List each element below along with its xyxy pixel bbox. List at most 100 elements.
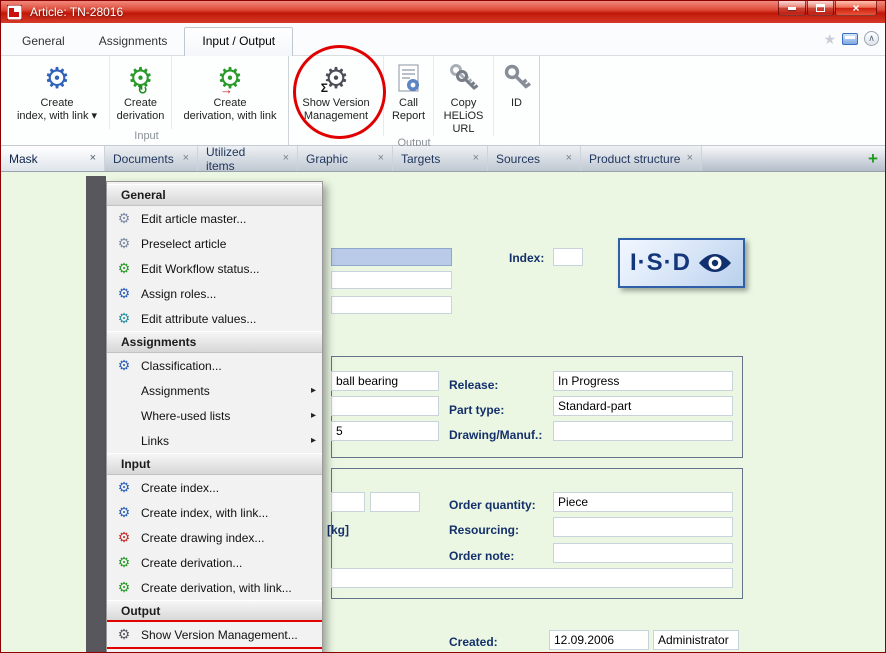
drawing-manuf-label: Drawing/Manuf.: xyxy=(449,428,542,442)
created-label: Created: xyxy=(449,635,498,649)
close-tab-icon[interactable]: × xyxy=(283,153,289,164)
ribbon: ⚙ Create index, with link ▾ ⚙↻ Create de… xyxy=(1,56,885,146)
order-quantity-label: Order quantity: xyxy=(449,498,536,512)
left-field-row3[interactable]: 5 xyxy=(331,421,439,441)
doc-tab-mask[interactable]: Mask × xyxy=(1,146,105,171)
created-date-field[interactable]: 12.09.2006 xyxy=(549,630,649,650)
designation-field[interactable]: ball bearing xyxy=(331,371,439,391)
quantity-small-field-1[interactable] xyxy=(331,492,365,512)
part-type-label: Part type: xyxy=(449,403,504,417)
add-tab-button[interactable]: + xyxy=(861,146,885,171)
collapse-ribbon-button[interactable]: ∧ xyxy=(864,31,879,46)
menu-item-create-index[interactable]: ⚙ Create index... xyxy=(107,475,322,500)
ribbon-tab-row: General Assignments Input / Output ★ ∧ xyxy=(1,23,885,56)
menu-item-preselect-article[interactable]: ⚙ Preselect article xyxy=(107,231,322,256)
menu-item-assign-roles[interactable]: ⚙ Assign roles... xyxy=(107,281,322,306)
ribbon-group-input: ⚙ Create index, with link ▾ ⚙↻ Create de… xyxy=(5,56,289,145)
menu-item-edit-workflow-status[interactable]: ⚙ Edit Workflow status... xyxy=(107,256,322,281)
menu-item-where-used-lists[interactable]: Where-used lists ▸ xyxy=(107,403,322,428)
titlebar: Article: TN-28016 × xyxy=(1,1,885,23)
close-tab-icon[interactable]: × xyxy=(473,153,479,164)
gear-icon: ⚙ xyxy=(115,261,133,276)
article-number-field[interactable] xyxy=(331,248,452,266)
menu-item-create-drawing-index[interactable]: ⚙ Create drawing index... xyxy=(107,525,322,550)
quantity-small-field-2[interactable] xyxy=(370,492,420,512)
gear-icon: ⚙ xyxy=(115,580,133,595)
gear-icon: ⚙ xyxy=(115,627,133,642)
close-tab-icon[interactable]: × xyxy=(687,153,693,164)
doc-tab-sources[interactable]: Sources × xyxy=(488,146,581,171)
menu-item-edit-article-master[interactable]: ⚙ Edit article master... xyxy=(107,206,322,231)
create-derivation-with-link-button[interactable]: ⚙→ Create derivation, with link xyxy=(172,56,288,129)
doc-tab-documents[interactable]: Documents × xyxy=(105,146,198,171)
close-tab-icon[interactable]: × xyxy=(378,153,384,164)
show-version-management-button[interactable]: ⚙Σ Show Version Management xyxy=(289,56,384,136)
id-button[interactable]: ID xyxy=(494,56,539,136)
maximize-button[interactable] xyxy=(807,1,834,16)
gear-icon: ⚙ xyxy=(115,555,133,570)
menu-item-classification[interactable]: ⚙ Classification... xyxy=(107,353,322,378)
menu-item-links[interactable]: Links ▸ xyxy=(107,428,322,453)
drawing-manuf-field[interactable] xyxy=(553,421,733,441)
gear-icon: ⚙ xyxy=(115,505,133,520)
note-wide-field[interactable] xyxy=(331,568,733,588)
sigma-overlay-icon: Σ xyxy=(320,81,329,95)
tab-assignments[interactable]: Assignments xyxy=(82,28,185,55)
gear-icon: ⚙ xyxy=(115,211,133,226)
close-tab-icon[interactable]: × xyxy=(90,153,96,164)
report-icon xyxy=(397,61,421,97)
isd-logo: I·S·D xyxy=(618,238,745,288)
close-tab-icon[interactable]: × xyxy=(566,153,572,164)
gear-icon: ⚙ xyxy=(115,358,133,373)
tab-input-output[interactable]: Input / Output xyxy=(184,27,293,56)
close-button[interactable]: × xyxy=(835,1,877,16)
article-field-3[interactable] xyxy=(331,296,452,314)
order-note-field[interactable] xyxy=(553,543,733,563)
create-derivation-button[interactable]: ⚙↻ Create derivation xyxy=(110,56,172,129)
menu-item-create-derivation-with-link[interactable]: ⚙ Create derivation, with link... xyxy=(107,575,322,600)
left-field-row2[interactable] xyxy=(331,396,439,416)
doc-tab-utilized-items[interactable]: Utilized items × xyxy=(198,146,298,171)
order-note-label: Order note: xyxy=(449,549,514,563)
menu-item-create-index-with-link[interactable]: ⚙ Create index, with link... xyxy=(107,500,322,525)
article-field-2[interactable] xyxy=(331,271,452,289)
index-field[interactable] xyxy=(553,248,583,266)
call-report-button[interactable]: Call Report xyxy=(384,56,434,136)
ribbon-options-icon[interactable] xyxy=(842,33,858,45)
index-label: Index: xyxy=(509,251,544,265)
menu-item-show-version-management[interactable]: ⚙ Show Version Management... xyxy=(107,622,322,647)
create-index-with-link-button[interactable]: ⚙ Create index, with link ▾ xyxy=(5,56,110,129)
favorite-star-icon[interactable]: ★ xyxy=(823,32,836,46)
close-tab-icon[interactable]: × xyxy=(183,153,189,164)
gear-icon: ⚙ xyxy=(115,311,133,326)
menu-side-strip xyxy=(86,176,106,653)
gear-icon: ⚙ xyxy=(115,236,133,251)
menu-item-assignments[interactable]: Assignments ▸ xyxy=(107,378,322,403)
minimize-button[interactable] xyxy=(778,1,806,16)
part-type-field[interactable]: Standard-part xyxy=(553,396,733,416)
doc-tab-graphic[interactable]: Graphic × xyxy=(298,146,393,171)
doc-tab-targets[interactable]: Targets × xyxy=(393,146,488,171)
created-by-field[interactable]: Administrator xyxy=(653,630,739,650)
submenu-arrow-icon: ▸ xyxy=(311,410,316,421)
doc-tab-product-structure[interactable]: Product structure × xyxy=(581,146,702,171)
gear-icon: ⚙ xyxy=(115,480,133,495)
gear-blue-icon: ⚙ xyxy=(44,63,70,95)
menu-section-input: Input xyxy=(107,453,322,475)
close-icon: × xyxy=(852,2,859,14)
release-field[interactable]: In Progress xyxy=(553,371,733,391)
menu-section-output: Output xyxy=(107,600,322,622)
context-menu: General ⚙ Edit article master... ⚙ Prese… xyxy=(106,181,323,653)
copy-helios-url-button[interactable]: Copy HELiOS URL xyxy=(434,56,494,136)
ribbon-group-output: ⚙Σ Show Version Management xyxy=(289,56,540,145)
isd-eye-icon xyxy=(697,250,733,276)
menu-item-edit-attribute-values[interactable]: ⚙ Edit attribute values... xyxy=(107,306,322,331)
menu-item-create-derivation[interactable]: ⚙ Create derivation... xyxy=(107,550,322,575)
resourcing-label: Resourcing: xyxy=(449,523,519,537)
order-quantity-field[interactable]: Piece xyxy=(553,492,733,512)
link-arrow-overlay-icon: → xyxy=(220,82,233,97)
tab-general[interactable]: General xyxy=(5,28,82,55)
gear-icon: ⚙ xyxy=(115,530,133,545)
refresh-overlay-icon: ↻ xyxy=(137,83,147,97)
resourcing-field[interactable] xyxy=(553,517,733,537)
